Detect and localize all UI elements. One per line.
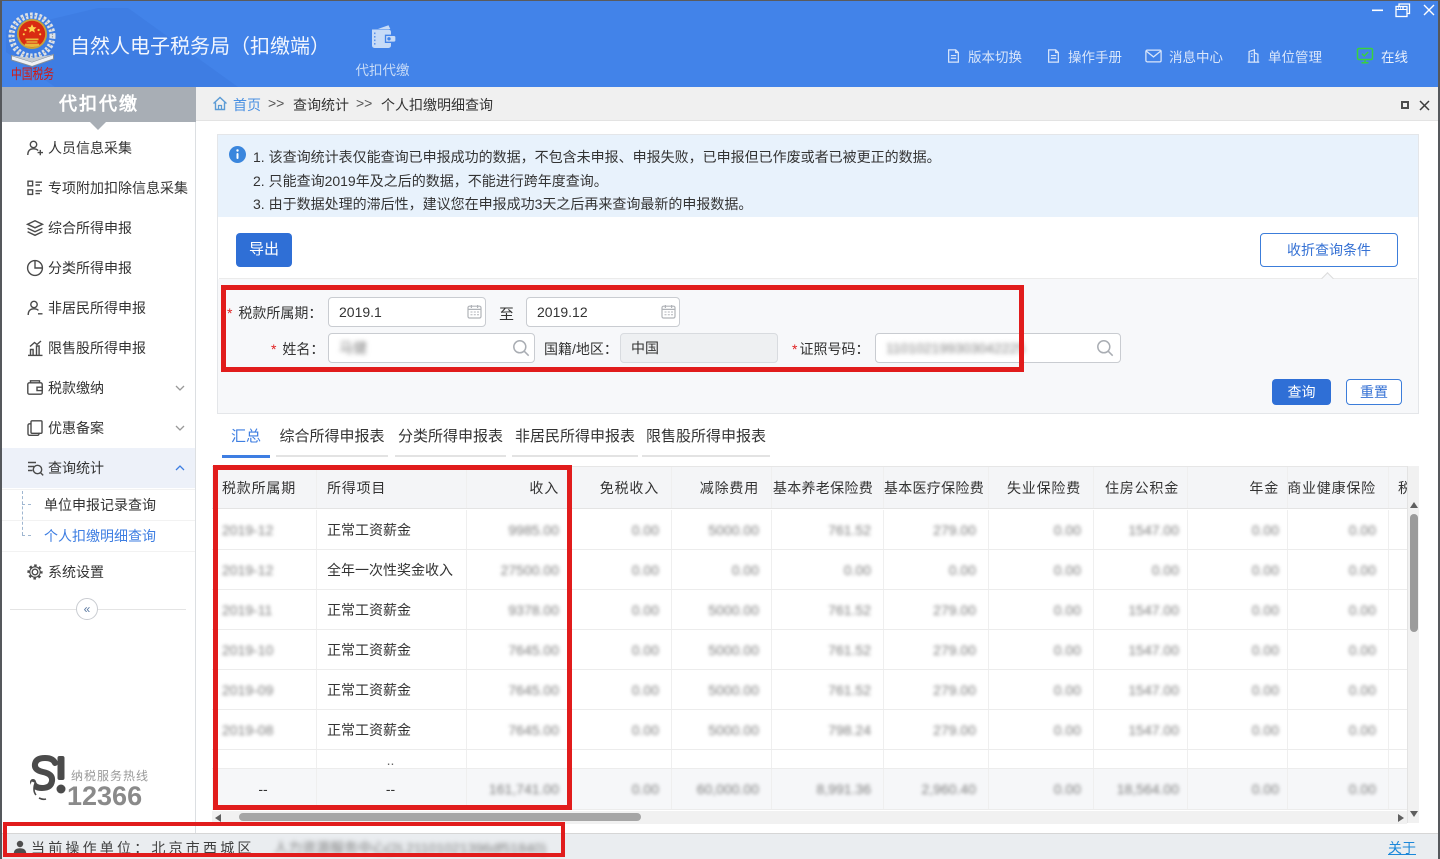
svg-text:中国税务: 中国税务 xyxy=(11,67,54,82)
